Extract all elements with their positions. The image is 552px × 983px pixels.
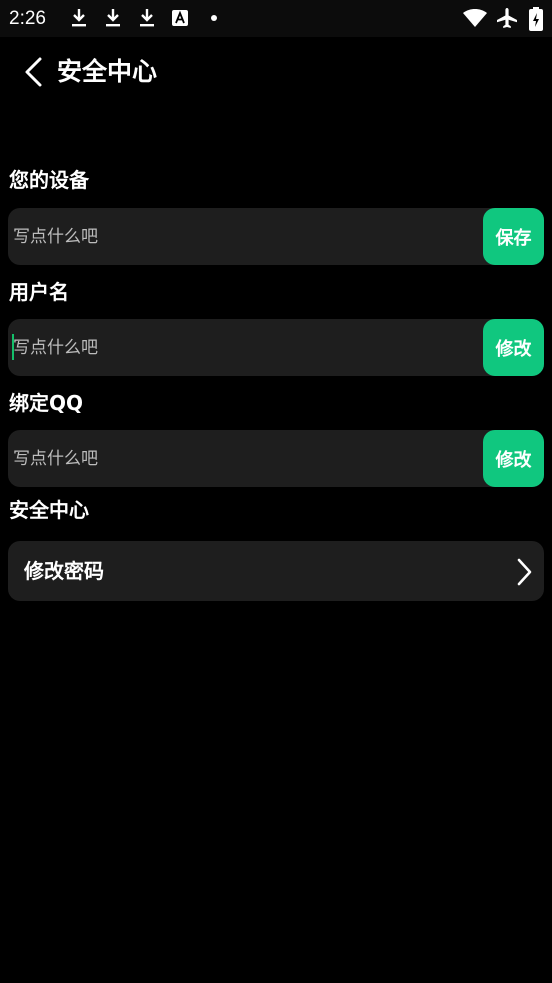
text-cursor — [12, 334, 14, 360]
status-bar: 2:26 — [0, 0, 552, 37]
edit-username-button[interactable]: 修改 — [483, 319, 544, 376]
username-label: 用户名 — [9, 280, 69, 304]
back-arrow-icon[interactable] — [20, 56, 50, 88]
wifi-icon — [463, 9, 487, 27]
download-icon — [72, 9, 86, 27]
save-button[interactable]: 保存 — [483, 208, 544, 265]
qq-input[interactable] — [8, 430, 482, 487]
dot-icon — [211, 15, 217, 21]
edit-qq-button[interactable]: 修改 — [483, 430, 544, 487]
username-input[interactable] — [8, 319, 482, 376]
a-icon — [172, 10, 188, 26]
security-section-label: 安全中心 — [9, 498, 89, 522]
device-field-row: 保存 — [8, 208, 544, 265]
airplane-icon — [497, 8, 517, 29]
battery-icon — [529, 7, 543, 31]
status-time: 2:26 — [9, 8, 46, 29]
change-password-row[interactable]: 修改密码 — [8, 541, 544, 601]
download-icon — [140, 9, 154, 27]
change-password-label: 修改密码 — [24, 559, 104, 583]
device-label: 您的设备 — [9, 168, 89, 192]
device-input[interactable] — [8, 208, 482, 265]
chevron-right-icon — [517, 558, 532, 586]
download-icon — [106, 9, 120, 27]
page-title: 安全中心 — [57, 57, 158, 86]
username-field-row: 修改 — [8, 319, 544, 376]
qq-field-row: 修改 — [8, 430, 544, 487]
bind-qq-label: 绑定QQ — [9, 391, 84, 415]
app-bar: 安全中心 — [0, 37, 552, 109]
